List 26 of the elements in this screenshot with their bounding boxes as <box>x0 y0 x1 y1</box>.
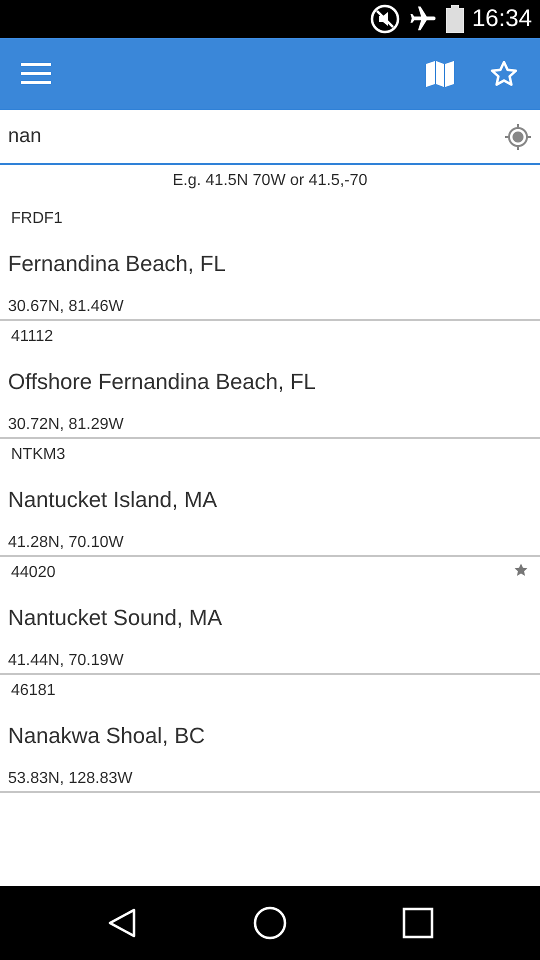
station-name: Offshore Fernandina Beach, FL <box>8 369 316 394</box>
station-name: Nantucket Sound, MA <box>8 605 222 630</box>
station-item[interactable]: 46181 Nanakwa Shoal, BC 53.83N, 128.83W <box>0 675 540 793</box>
station-coordinates: 41.28N, 70.10W <box>8 534 124 551</box>
hint-text: E.g. 41.5N 70W or 41.5,-70 <box>172 172 368 189</box>
station-item[interactable]: NTKM3 Nantucket Island, MA 41.28N, 70.10W <box>0 439 540 557</box>
battery-icon <box>446 5 464 33</box>
station-item[interactable]: FRDF1 Fernandina Beach, FL 30.67N, 81.46W <box>0 203 540 321</box>
station-id: FRDF1 <box>11 210 63 227</box>
station-item[interactable]: 41112 Offshore Fernandina Beach, FL 30.72N, 81.29W <box>0 321 540 439</box>
station-id: 46181 <box>11 682 56 699</box>
mute-icon <box>370 4 400 34</box>
station-id: 41112 <box>11 328 54 345</box>
station-coordinates: 30.67N, 81.46W <box>8 298 124 315</box>
location-icon[interactable] <box>504 122 532 150</box>
station-coordinates: 30.72N, 81.29W <box>8 416 124 433</box>
station-id: 44020 <box>11 564 56 581</box>
station-item[interactable]: 44020 Nantucket Sound, MA 41.44N, 70.19W <box>0 557 540 675</box>
station-name: Fernandina Beach, FL <box>8 251 226 276</box>
station-id: NTKM3 <box>11 446 66 463</box>
station-name: Nanakwa Shoal, BC <box>8 723 205 748</box>
station-coordinates: 53.83N, 128.83W <box>8 770 133 787</box>
station-coordinates: 41.44N, 70.19W <box>8 652 124 669</box>
clock-time: 16:34 <box>472 4 532 34</box>
search-field[interactable]: nan <box>0 110 504 163</box>
station-name: Nantucket Island, MA <box>8 487 218 512</box>
